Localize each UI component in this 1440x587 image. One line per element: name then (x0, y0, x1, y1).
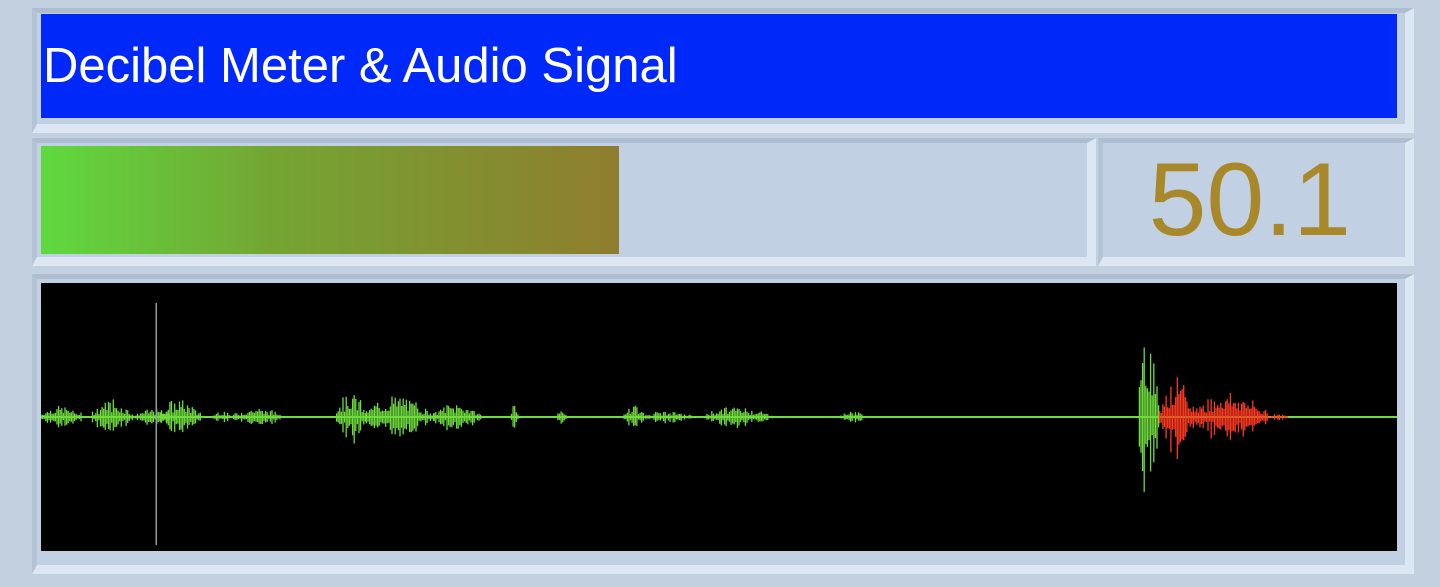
audio-waveform-display (41, 283, 1397, 551)
decibel-readout: 50.1 (1107, 146, 1395, 254)
decibel-meter-window: Decibel Meter & Audio Signal 50.1 (0, 0, 1440, 587)
decibel-level-fill (41, 146, 620, 254)
window-title: Decibel Meter & Audio Signal (41, 14, 1397, 118)
audio-waveform (41, 303, 1397, 545)
decibel-level-meter (41, 146, 1083, 254)
waveform-bursts (41, 347, 1289, 492)
